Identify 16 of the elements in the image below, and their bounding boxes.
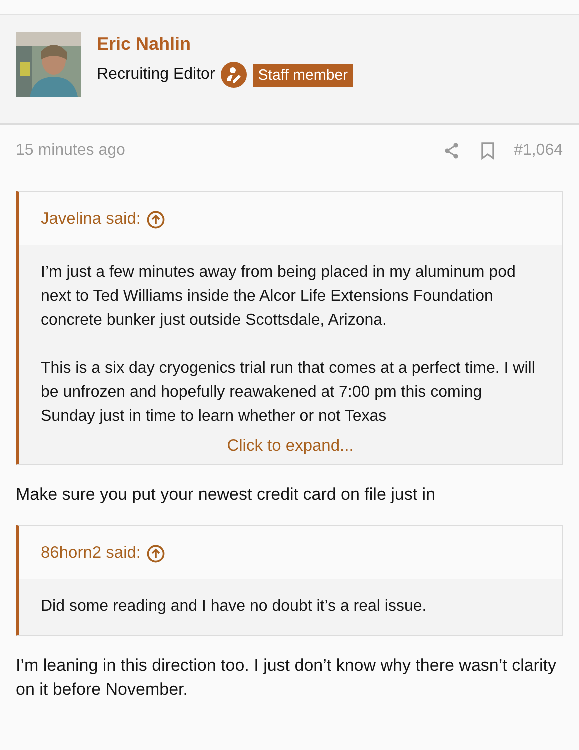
arrow-up-circle-icon[interactable]: [147, 544, 165, 562]
expand-link[interactable]: Click to expand...: [227, 437, 354, 456]
post-text: I’m leaning in this direction too. I just don’t know why there wasn’t clarity on it before November.: [15, 655, 558, 701]
staff-badge: Staff member: [253, 64, 354, 86]
quote-paragraph: Did some reading and I have no doubt it’s a real issue.: [41, 597, 428, 617]
author-role: Recruiting Editor: [97, 66, 216, 84]
user-edit-icon: [221, 62, 248, 88]
quote-paragraph: This is a six day cryogenics trial run that comes at a perfect time. I will be unfrozen and hopefully reawakened at 7:00 pm this coming Sunday just in time to learn whether or not Texas: [41, 359, 536, 427]
post-text: Make sure you put your newest credit card on file just in: [15, 484, 437, 506]
quote-author-link[interactable]: Javelina said:: [41, 210, 141, 229]
quote-paragraph: I’m just a few minutes away from being placed in my aluminum pod next to Ted Williams inside the Alcor Life Extensions Foundation concrete bunker just outside Scottsdale, Arizona.: [41, 263, 517, 331]
quote-author-link[interactable]: 86horn2 said:: [41, 544, 141, 563]
author-name[interactable]: Eric Nahlin: [97, 34, 354, 55]
post-number-link[interactable]: #1,064: [514, 142, 563, 160]
post-time[interactable]: 15 minutes ago: [16, 142, 426, 160]
arrow-up-circle-icon[interactable]: [146, 210, 165, 228]
